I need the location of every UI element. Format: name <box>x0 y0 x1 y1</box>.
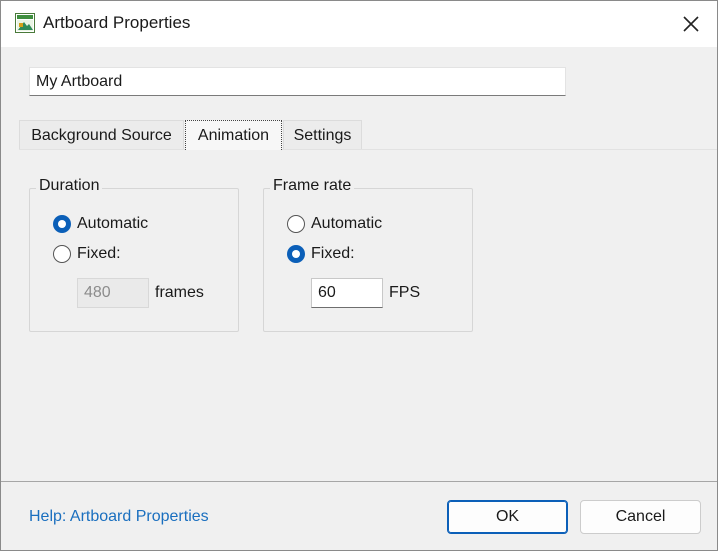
help-link[interactable]: Help: Artboard Properties <box>29 508 209 526</box>
frame-rate-automatic-label: Automatic <box>311 215 383 232</box>
title-bar: Artboard Properties <box>1 1 717 47</box>
radio-unchecked-icon <box>287 215 305 233</box>
radio-checked-icon <box>53 215 71 233</box>
tab-settings[interactable]: Settings <box>283 120 362 150</box>
frame-rate-group-label: Frame rate <box>270 177 355 195</box>
radio-checked-icon <box>287 245 305 263</box>
artboard-properties-dialog: Artboard Properties Background Source An… <box>0 0 718 551</box>
frame-rate-fps-input[interactable]: 60 <box>311 278 383 308</box>
tab-animation[interactable]: Animation <box>185 120 282 150</box>
dialog-title: Artboard Properties <box>43 13 191 32</box>
duration-group-label: Duration <box>36 177 103 195</box>
close-button[interactable] <box>671 5 711 43</box>
duration-automatic-radio[interactable]: Automatic <box>53 213 148 235</box>
frame-rate-automatic-radio[interactable]: Automatic <box>287 213 382 235</box>
artboard-app-icon <box>15 13 35 33</box>
tab-panel-border <box>19 149 717 150</box>
frame-rate-unit-label: FPS <box>389 284 421 301</box>
tab-background-source[interactable]: Background Source <box>19 120 184 150</box>
close-icon <box>683 16 699 32</box>
duration-automatic-label: Automatic <box>77 215 149 232</box>
artboard-name-input[interactable] <box>29 67 566 96</box>
ok-button[interactable]: OK <box>447 500 568 534</box>
radio-unchecked-icon <box>53 245 71 263</box>
frame-rate-fixed-label: Fixed: <box>311 245 355 262</box>
duration-fixed-radio[interactable]: Fixed: <box>53 243 121 265</box>
cancel-button[interactable]: Cancel <box>580 500 701 534</box>
duration-frames-input[interactable]: 480 <box>77 278 149 308</box>
footer-divider <box>1 481 717 482</box>
frame-rate-fixed-radio[interactable]: Fixed: <box>287 243 355 265</box>
duration-unit-label: frames <box>155 284 204 301</box>
duration-fixed-label: Fixed: <box>77 245 121 262</box>
